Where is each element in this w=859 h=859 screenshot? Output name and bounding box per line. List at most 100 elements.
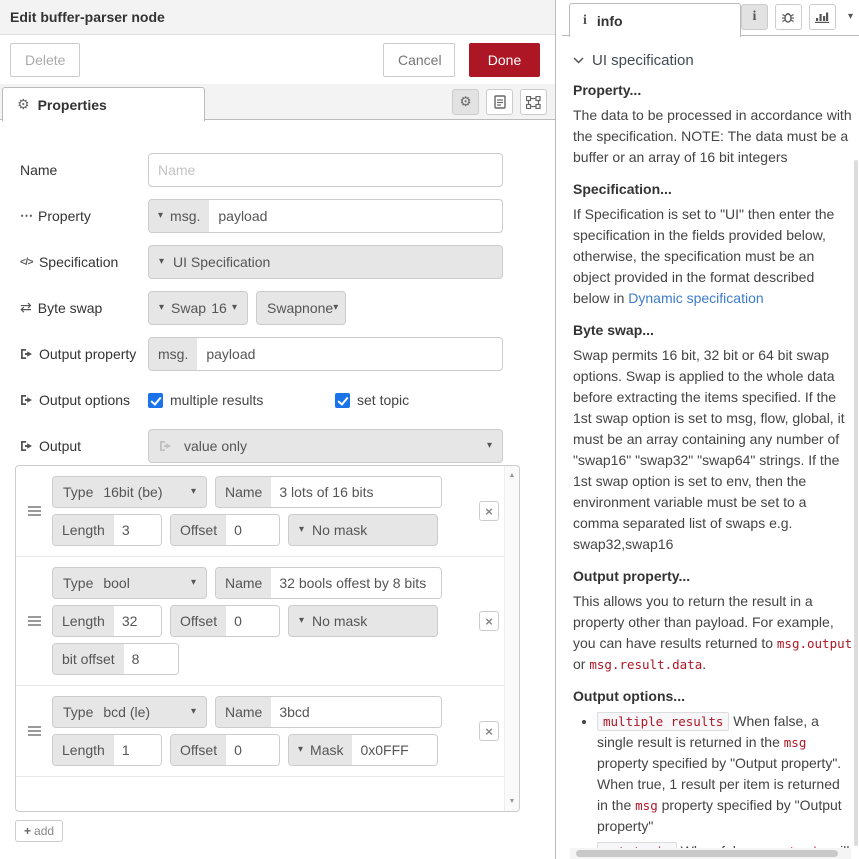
item-offset-field: Offset	[170, 734, 280, 766]
name-field	[148, 153, 503, 187]
document-icon	[494, 95, 506, 109]
help-heading-output-options: Output options...	[573, 688, 853, 704]
node-settings-button[interactable]: ⚙	[452, 89, 479, 115]
item-offset-input[interactable]	[226, 515, 279, 545]
item-length-field: Length	[52, 734, 162, 766]
drag-handle[interactable]	[16, 476, 52, 546]
item-name-field: Name	[215, 476, 442, 508]
help-heading-output-property: Output property...	[573, 568, 853, 584]
sidebar-info-tab-button[interactable]: i	[741, 4, 768, 30]
sidebar-menu-caret-icon[interactable]: ▾	[848, 12, 853, 22]
delete-button[interactable]: Delete	[10, 43, 80, 77]
item-offset-input[interactable]	[226, 606, 279, 636]
info-panel-content: UI specification Property... The data to…	[562, 36, 859, 859]
sign-out-icon	[20, 394, 33, 406]
multiple-results-checkbox[interactable]	[148, 393, 163, 408]
remove-item-button[interactable]: ×	[479, 501, 499, 521]
info-icon: i	[583, 13, 587, 29]
tab-properties[interactable]: ⚙ Properties	[2, 87, 205, 121]
list-item: Type 16bit (be) ▾ Name Length	[16, 466, 519, 556]
tab-info[interactable]: i info	[569, 3, 741, 37]
name-label: Name	[20, 162, 148, 178]
item-type-select[interactable]: Type bcd (le) ▾	[52, 696, 207, 728]
item-offset-prefix: Offset	[171, 515, 226, 545]
item-mask-select[interactable]: ▾ No mask	[288, 514, 438, 546]
help-heading-property: Property...	[573, 82, 853, 98]
sign-out-icon	[159, 440, 172, 452]
code-icon: </>	[20, 257, 33, 268]
sidebar-horizontal-scrollbar[interactable]	[576, 850, 838, 857]
output-select[interactable]: value only ▾	[148, 429, 503, 463]
remove-item-button[interactable]: ×	[479, 611, 499, 631]
item-length-input[interactable]	[114, 515, 161, 545]
output-property-label: Output property	[20, 346, 148, 362]
drag-handle[interactable]	[16, 567, 52, 675]
byte-swap-select-1[interactable]: ▾ Swap 16 ▾	[148, 291, 248, 325]
sidebar-vertical-scrollbar[interactable]	[854, 160, 858, 846]
property-input[interactable]	[209, 200, 502, 232]
item-type-select[interactable]: Type bool ▾	[52, 567, 207, 599]
chevron-down-icon: ▾	[191, 578, 196, 588]
multiple-results-option: multiple results	[148, 392, 335, 408]
item-bit-offset-input[interactable]	[124, 644, 178, 674]
field-row-property: ⋯ Property ▾ msg.	[20, 199, 555, 233]
section-title: UI specification	[592, 52, 694, 69]
item-length-input[interactable]	[114, 735, 161, 765]
remove-item-button[interactable]: ×	[479, 721, 499, 741]
drag-handle-icon	[28, 504, 41, 518]
done-button[interactable]: Done	[469, 43, 540, 77]
chip-multiple-results: multiple results	[597, 712, 729, 731]
chevron-down-icon: ▾	[191, 487, 196, 497]
item-bit-offset-field: bit offset	[52, 643, 179, 675]
item-length-prefix: Length	[53, 735, 114, 765]
name-input[interactable]	[149, 154, 502, 186]
item-bit-offset-prefix: bit offset	[53, 644, 124, 674]
list-tail-separator	[16, 776, 504, 792]
plus-icon: +	[24, 824, 31, 838]
drag-handle[interactable]	[16, 696, 52, 766]
item-mask-input[interactable]	[352, 735, 437, 765]
sidebar-debug-tab-button[interactable]	[775, 4, 802, 30]
help-text-specification: If Specification is set to "UI" then ent…	[573, 204, 853, 309]
item-offset-field: Offset	[170, 605, 280, 637]
item-name-input[interactable]	[271, 697, 441, 727]
item-mask-type-button[interactable]: ▾ Mask	[289, 735, 352, 765]
output-property-input[interactable]	[197, 338, 502, 370]
node-description-button[interactable]	[486, 89, 513, 115]
help-heading-byte-swap: Byte swap...	[573, 322, 853, 338]
chevron-down-icon: ▾	[159, 303, 164, 313]
scroll-up-icon[interactable]: ▲	[505, 472, 519, 479]
set-topic-checkbox[interactable]	[335, 393, 350, 408]
item-name-input[interactable]	[271, 477, 441, 507]
editor-tabbar: ⚙ Properties ⚙	[0, 84, 555, 120]
item-mask-select[interactable]: ▾ No mask	[288, 605, 438, 637]
item-length-prefix: Length	[53, 606, 114, 636]
code-msg-output: msg.output	[777, 636, 852, 651]
add-item-button[interactable]: + add	[15, 820, 63, 842]
field-row-name: Name	[20, 153, 555, 187]
help-text-property: The data to be processed in accordance w…	[573, 105, 853, 168]
section-ui-specification[interactable]: UI specification	[573, 52, 853, 69]
field-row-output-options: Output options multiple results set topi…	[20, 383, 555, 417]
list-item: Type bool ▾ Name Length	[16, 556, 519, 685]
item-offset-field: Offset	[170, 514, 280, 546]
scroll-down-icon[interactable]: ▼	[505, 798, 519, 805]
chevron-down-icon: ▾	[158, 211, 163, 221]
drag-handle-icon	[28, 614, 41, 628]
dialog-title: Edit buffer-parser node	[0, 0, 555, 35]
dynamic-specification-link[interactable]: Dynamic specification	[628, 290, 763, 306]
item-offset-input[interactable]	[226, 735, 279, 765]
cancel-button[interactable]: Cancel	[383, 43, 455, 77]
node-appearance-button[interactable]	[520, 89, 547, 115]
item-name-input[interactable]	[271, 568, 441, 598]
item-name-prefix: Name	[216, 477, 271, 507]
sidebar-chart-tab-button[interactable]	[809, 4, 836, 30]
item-length-input[interactable]	[114, 606, 161, 636]
specification-select[interactable]: ▾ UI Specification	[148, 245, 503, 279]
property-type-button[interactable]: ▾ msg.	[149, 200, 209, 232]
list-scrollbar[interactable]: ▲ ▼	[504, 466, 519, 811]
byte-swap-select-2[interactable]: Swap none ▾	[256, 291, 346, 325]
sign-out-icon	[20, 348, 33, 360]
item-type-select[interactable]: Type 16bit (be) ▾	[52, 476, 207, 508]
info-icon: i	[753, 9, 757, 25]
